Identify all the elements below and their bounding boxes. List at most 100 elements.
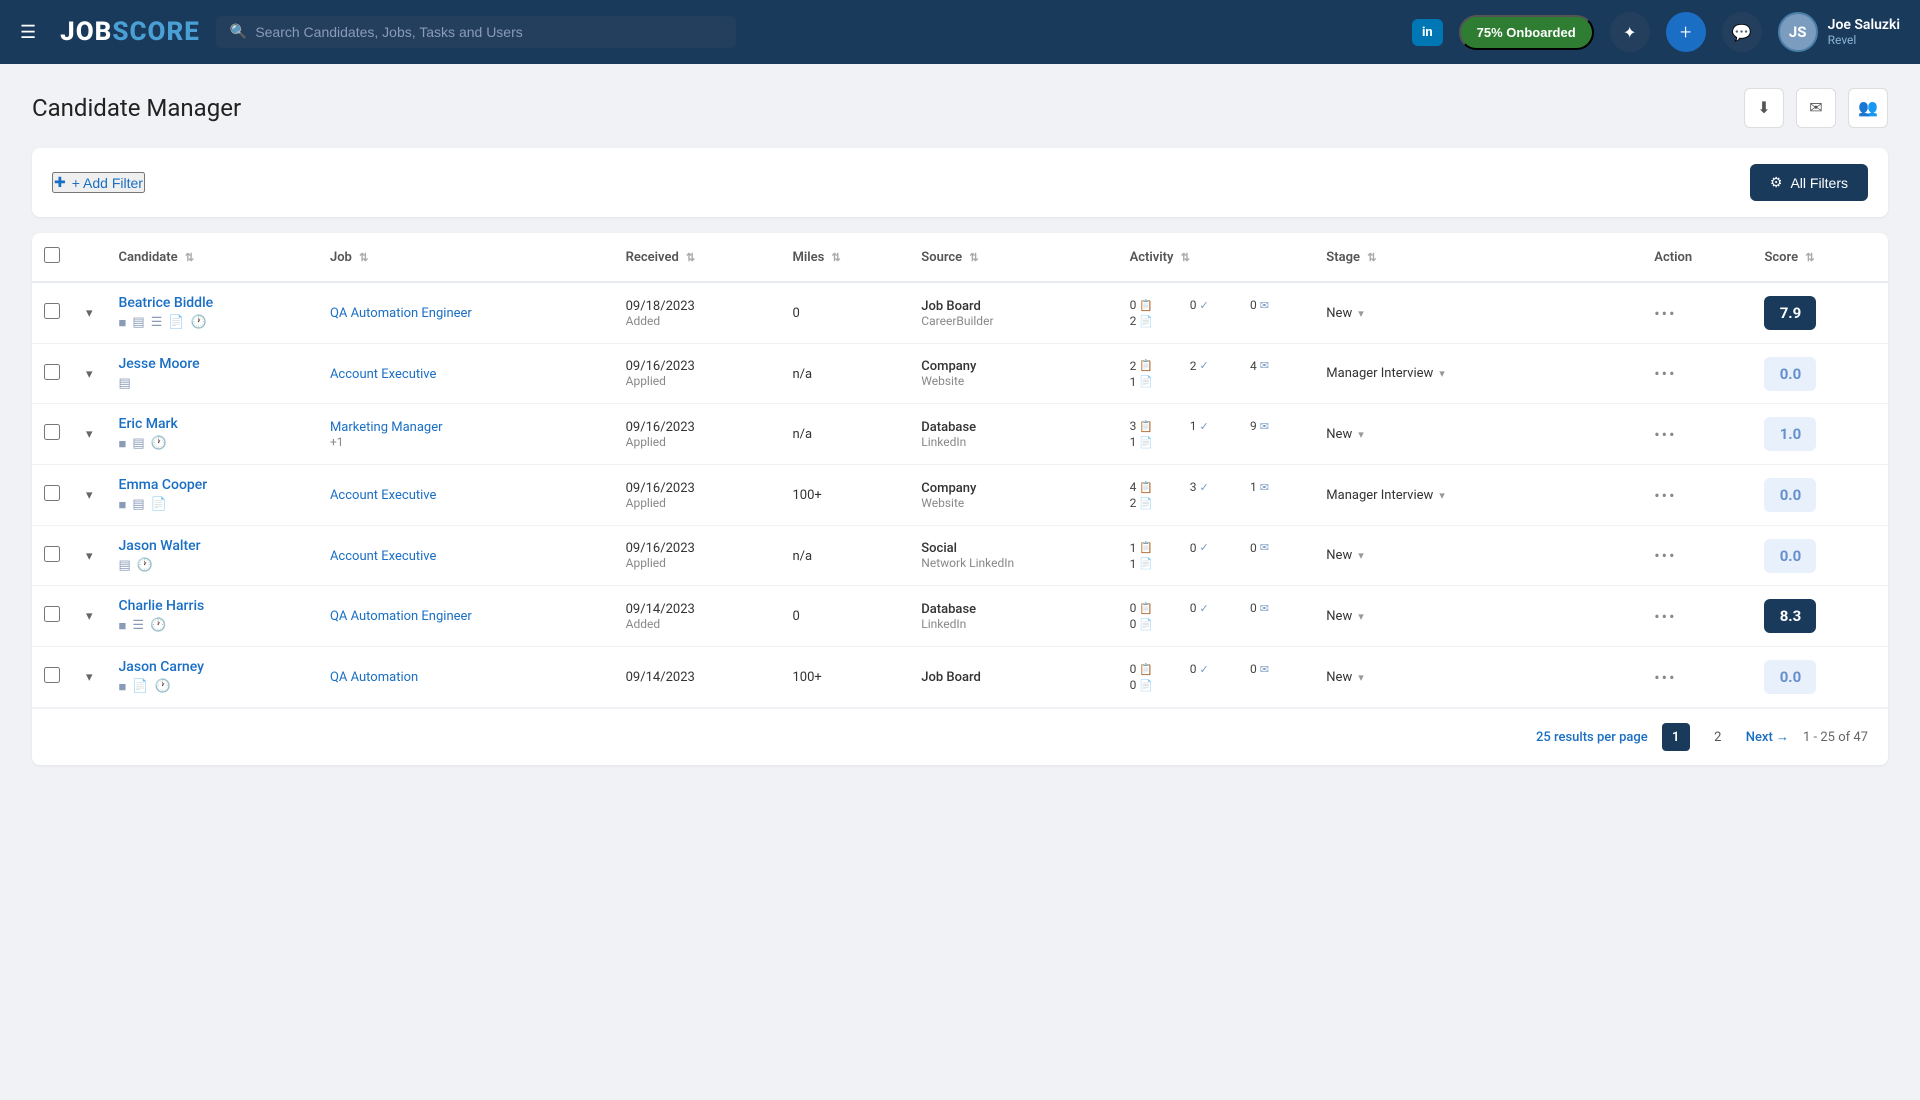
expand-button-2[interactable]: ▾ [84, 424, 95, 444]
all-filters-button[interactable]: ⚙ All Filters [1750, 164, 1868, 201]
received-col-header[interactable]: Received ⇅ [614, 233, 781, 282]
stage-chevron-icon[interactable]: ▾ [1439, 489, 1445, 502]
row-checkbox-1[interactable] [44, 364, 60, 380]
source-col-header[interactable]: Source ⇅ [909, 233, 1117, 282]
stage-col-header[interactable]: Stage ⇅ [1314, 233, 1642, 282]
miles-col-header[interactable]: Miles ⇅ [780, 233, 909, 282]
magic-wand-button[interactable]: ✦ [1610, 12, 1650, 52]
received-sub: Applied [626, 435, 769, 449]
activity-item: 0 ✉ [1250, 662, 1302, 676]
received-sub: Applied [626, 556, 769, 570]
stage-chevron-icon[interactable]: ▾ [1358, 549, 1364, 562]
expand-button-1[interactable]: ▾ [84, 364, 95, 384]
table-row: ▾ Emma Cooper ■▤📄 Account Executive 09/1… [32, 465, 1888, 526]
job-link[interactable]: QA Automation [330, 670, 418, 685]
activity-grid: 0 📋 0 ✓ 0 ✉ 0 📄 [1130, 601, 1303, 631]
expand-button-3[interactable]: ▾ [84, 485, 95, 505]
received-sub: Added [626, 617, 769, 631]
stage-chevron-icon[interactable]: ▾ [1358, 428, 1364, 441]
candidate-icon: 🕐 [137, 558, 153, 573]
page-title: Candidate Manager [32, 94, 241, 122]
row-checkbox-3[interactable] [44, 485, 60, 501]
page-2-button[interactable]: 2 [1704, 723, 1732, 751]
activity-grid: 4 📋 3 ✓ 1 ✉ 2 📄 [1130, 480, 1303, 510]
action-menu-button[interactable]: ••• [1654, 607, 1676, 626]
table-row: ▾ Beatrice Biddle ■▤☰📄🕐 QA Automation En… [32, 282, 1888, 344]
job-link[interactable]: Account Executive [330, 488, 436, 503]
action-menu-button[interactable]: ••• [1654, 546, 1676, 565]
add-filter-button[interactable]: ✚ + Add Filter [52, 172, 145, 193]
candidate-icon: ☰ [151, 315, 163, 331]
job-col-header[interactable]: Job ⇅ [318, 233, 614, 282]
next-button[interactable]: Next → [1746, 729, 1789, 745]
candidate-name-link[interactable]: Jesse Moore [119, 356, 200, 372]
job-link[interactable]: QA Automation Engineer [330, 306, 472, 321]
candidate-col-header[interactable]: Candidate ⇅ [107, 233, 318, 282]
messages-button[interactable]: 💬 [1722, 12, 1762, 52]
expand-button-6[interactable]: ▾ [84, 667, 95, 687]
action-menu-button[interactable]: ••• [1654, 425, 1676, 444]
candidate-name-link[interactable]: Jason Walter [119, 538, 201, 554]
miles-value: 100+ [792, 488, 821, 503]
received-date: 09/14/2023 [626, 602, 769, 617]
candidate-name-link[interactable]: Jason Carney [119, 659, 204, 675]
action-menu-button[interactable]: ••• [1654, 668, 1676, 687]
activity-col-header[interactable]: Activity ⇅ [1118, 233, 1315, 282]
activity-item: 1 📄 [1130, 435, 1182, 449]
score-col-header[interactable]: Score ⇅ [1752, 233, 1888, 282]
stage-select[interactable]: New ▾ [1326, 427, 1630, 442]
job-link[interactable]: Account Executive [330, 549, 436, 564]
expand-button-4[interactable]: ▾ [84, 546, 95, 566]
per-page-selector[interactable]: 25 results per page [1536, 730, 1648, 745]
row-checkbox-2[interactable] [44, 424, 60, 440]
candidate-name-link[interactable]: Charlie Harris [119, 598, 205, 614]
select-all-checkbox[interactable] [44, 247, 60, 263]
expand-button-5[interactable]: ▾ [84, 606, 95, 626]
expand-button-0[interactable]: ▾ [84, 303, 95, 323]
stage-select[interactable]: Manager Interview ▾ [1326, 488, 1630, 503]
action-menu-button[interactable]: ••• [1654, 486, 1676, 505]
action-menu-button[interactable]: ••• [1654, 364, 1676, 383]
user-avatar-area[interactable]: JS Joe Saluzki Revel [1778, 12, 1900, 52]
linkedin-button[interactable]: in [1412, 19, 1443, 46]
activity-item: 9 ✉ [1250, 419, 1302, 433]
job-link[interactable]: Marketing Manager [330, 420, 443, 435]
job-link[interactable]: QA Automation Engineer [330, 609, 472, 624]
group-button[interactable]: 👥 [1848, 88, 1888, 128]
stage-chevron-icon[interactable]: ▾ [1439, 367, 1445, 380]
onboard-button[interactable]: 75% Onboarded [1459, 15, 1594, 50]
page-1-button[interactable]: 1 [1662, 723, 1690, 751]
stage-chevron-icon[interactable]: ▾ [1358, 610, 1364, 623]
stage-chevron-icon[interactable]: ▾ [1358, 671, 1364, 684]
candidate-name-link[interactable]: Beatrice Biddle [119, 295, 214, 311]
stage-select[interactable]: New ▾ [1326, 670, 1630, 685]
search-input[interactable] [255, 24, 722, 40]
job-link[interactable]: Account Executive [330, 367, 436, 382]
candidate-name-link[interactable]: Eric Mark [119, 416, 178, 432]
menu-icon[interactable]: ☰ [20, 22, 36, 43]
download-button[interactable]: ⬇ [1744, 88, 1784, 128]
row-checkbox-0[interactable] [44, 303, 60, 319]
stage-select[interactable]: Manager Interview ▾ [1326, 366, 1630, 381]
activity-item: 0 ✓ [1190, 298, 1242, 312]
stage-select[interactable]: New ▾ [1326, 609, 1630, 624]
row-checkbox-5[interactable] [44, 606, 60, 622]
stage-chevron-icon[interactable]: ▾ [1358, 307, 1364, 320]
stage-select[interactable]: New ▾ [1326, 306, 1630, 321]
source-main: Job Board [921, 670, 1105, 685]
add-button[interactable]: + [1666, 12, 1706, 52]
row-checkbox-6[interactable] [44, 667, 60, 683]
activity-item: 2 📄 [1130, 314, 1182, 328]
candidate-name-link[interactable]: Emma Cooper [119, 477, 208, 493]
source-sub: Website [921, 496, 1105, 510]
activity-item: 1 ✉ [1250, 480, 1302, 494]
stage-label: New [1326, 609, 1352, 624]
score-badge: 0.0 [1764, 478, 1816, 512]
email-button[interactable]: ✉ [1796, 88, 1836, 128]
select-all-header[interactable] [32, 233, 72, 282]
source-sort-icon: ⇅ [969, 251, 978, 264]
stage-select[interactable]: New ▾ [1326, 548, 1630, 563]
search-icon: 🔍 [230, 24, 247, 40]
action-menu-button[interactable]: ••• [1654, 304, 1676, 323]
row-checkbox-4[interactable] [44, 546, 60, 562]
